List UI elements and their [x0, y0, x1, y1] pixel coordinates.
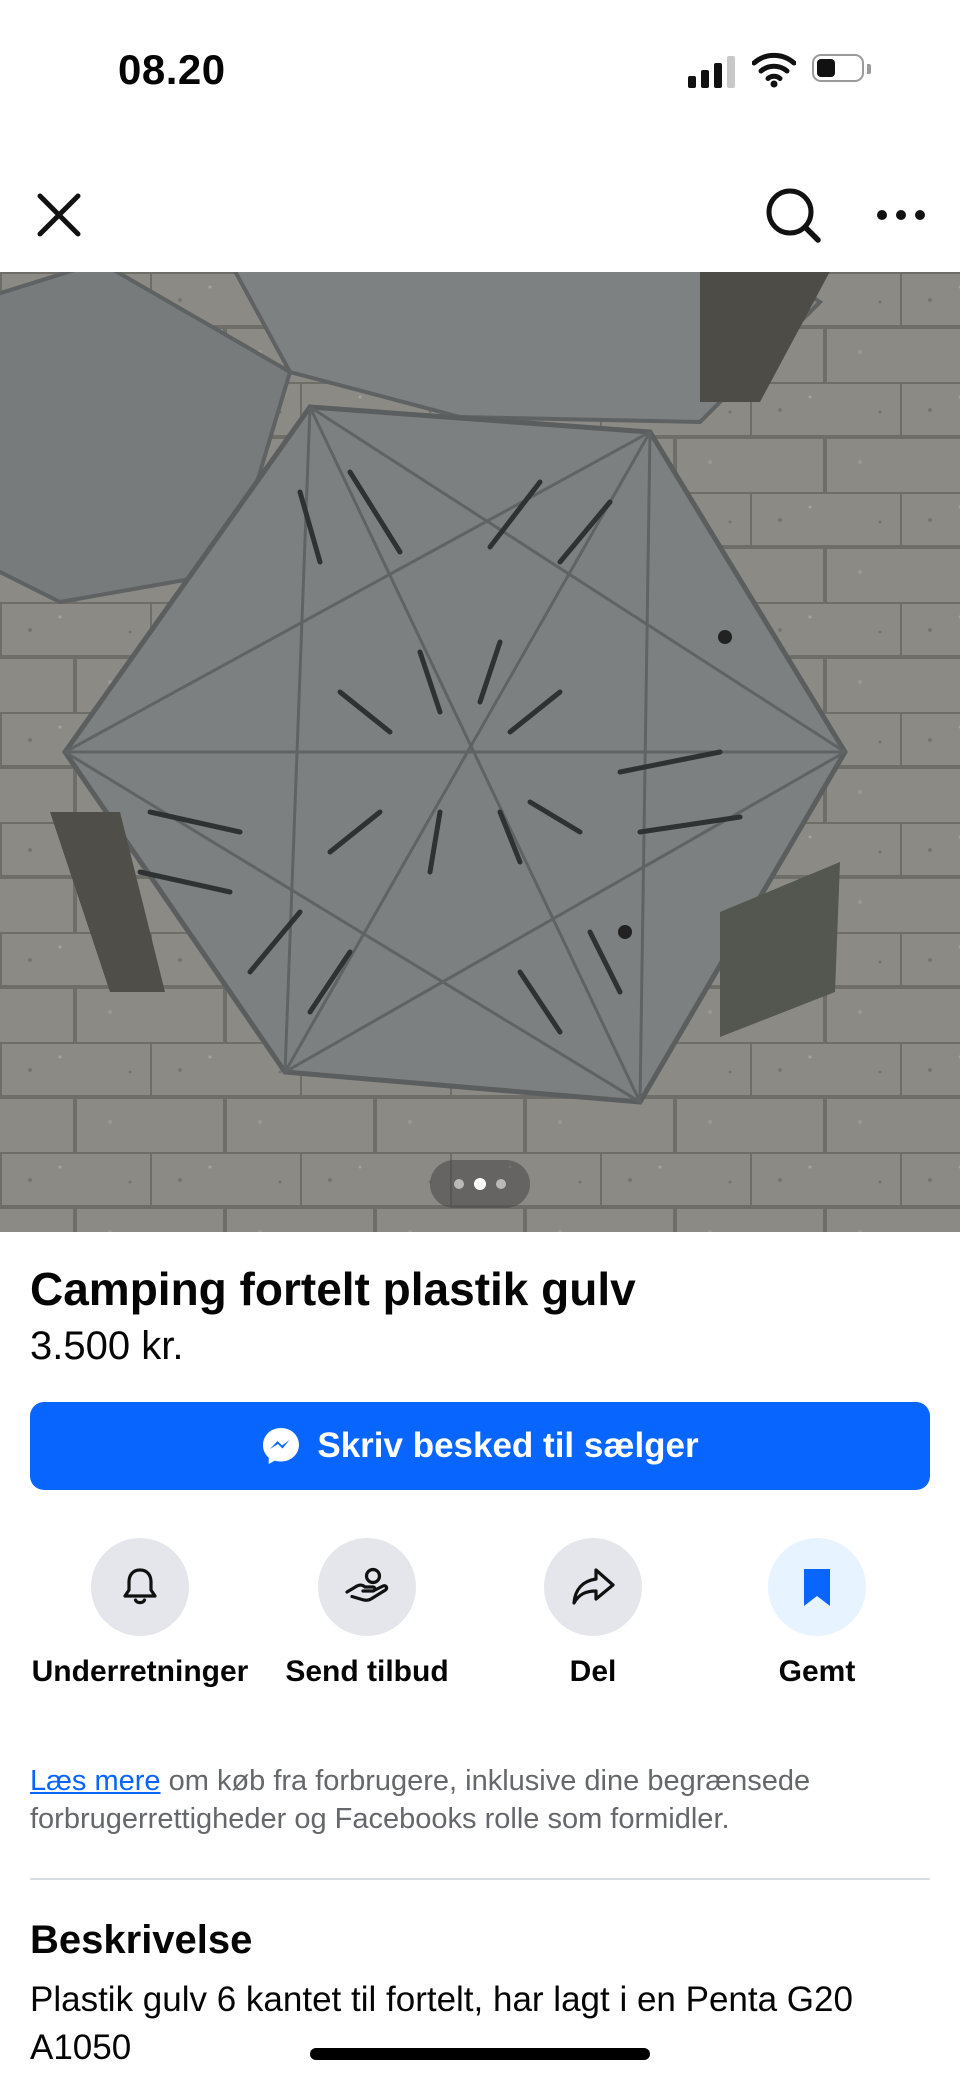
search-icon	[766, 188, 821, 243]
more-icon	[877, 210, 925, 220]
search-button[interactable]	[758, 180, 828, 250]
send-offer-label: Send tilbud	[285, 1655, 449, 1688]
message-seller-button[interactable]: Skriv besked til sælger	[30, 1402, 930, 1490]
send-offer-circle	[318, 1538, 416, 1636]
messenger-icon	[263, 1428, 300, 1464]
home-indicator[interactable]	[310, 2048, 650, 2060]
bookmark-icon	[804, 1569, 830, 1606]
status-time: 08.20	[118, 46, 226, 93]
listing-price: 3.500 kr.	[30, 1324, 184, 1368]
action-row: Underretninger Send tilbud Del Gemt	[0, 1538, 960, 1738]
close-button[interactable]	[24, 180, 94, 250]
notifications-circle	[91, 1538, 189, 1636]
pager-dot	[496, 1179, 506, 1189]
battery-icon	[812, 54, 874, 86]
status-bar: 08.20	[0, 0, 960, 140]
send-offer-button[interactable]: Send tilbud	[247, 1538, 487, 1692]
more-options-button[interactable]	[866, 180, 936, 250]
share-icon	[572, 1568, 615, 1605]
pager-dot-active	[474, 1178, 486, 1190]
top-nav-bar	[0, 160, 960, 270]
listing-photo[interactable]	[0, 272, 960, 1232]
message-seller-label: Skriv besked til sælger	[317, 1426, 699, 1465]
description-heading: Beskrivelse	[30, 1918, 253, 1962]
share-circle	[544, 1538, 642, 1636]
pager-dot	[454, 1179, 464, 1189]
bell-icon	[123, 1568, 157, 1605]
notifications-label: Underretninger	[31, 1655, 249, 1688]
notifications-button[interactable]: Underretninger	[20, 1538, 260, 1692]
wifi-icon	[751, 50, 797, 88]
saved-label: Gemt	[778, 1655, 856, 1688]
share-label: Del	[569, 1655, 617, 1688]
divider	[30, 1878, 930, 1880]
saved-button[interactable]: Gemt	[697, 1538, 937, 1692]
read-more-link[interactable]: Læs mere	[30, 1765, 161, 1797]
saved-circle	[768, 1538, 866, 1636]
listing-title: Camping fortelt plastik gulv	[30, 1263, 636, 1315]
cellular-signal-icon	[688, 54, 736, 88]
close-icon	[37, 193, 81, 237]
photo-pager[interactable]	[430, 1160, 530, 1208]
share-button[interactable]: Del	[473, 1538, 713, 1692]
consumer-info-text: Læs mere om køb fra forbrugere, inklusiv…	[30, 1762, 935, 1838]
offer-hand-icon	[345, 1567, 389, 1602]
